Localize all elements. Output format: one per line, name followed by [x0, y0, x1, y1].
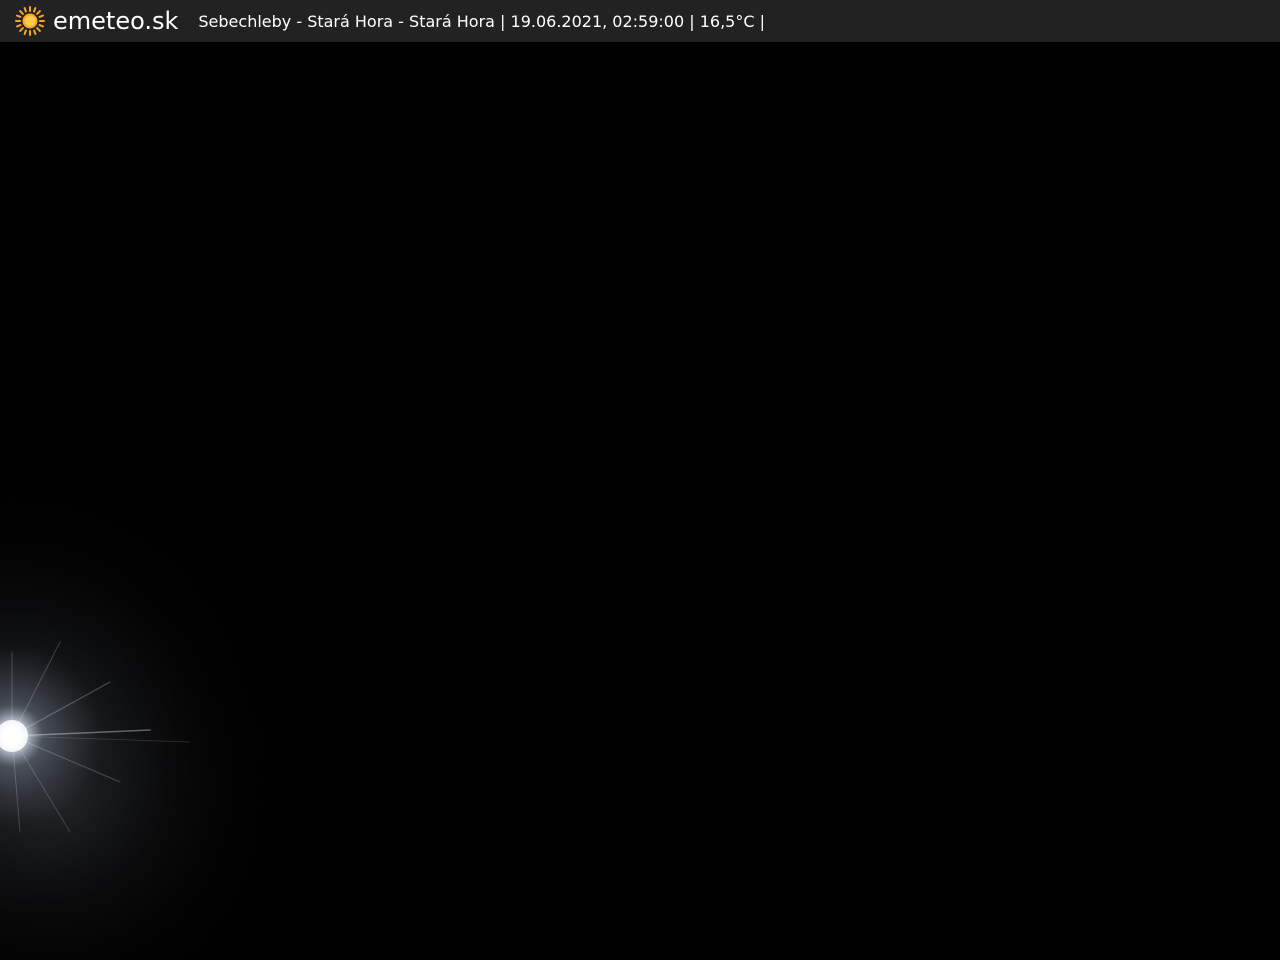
webcam-frame: emeteo.sk Sebechleby - Stará Hora - Star…: [0, 0, 1280, 960]
light-flare: [0, 641, 191, 833]
webcam-caption: Sebechleby - Stará Hora - Stará Hora | 1…: [198, 11, 765, 31]
brand-name: emeteo.sk: [53, 7, 179, 35]
sun-icon: [15, 6, 45, 36]
webcam-header-bar: emeteo.sk Sebechleby - Stará Hora - Star…: [0, 0, 1280, 42]
night-sky-image: [0, 42, 1280, 960]
